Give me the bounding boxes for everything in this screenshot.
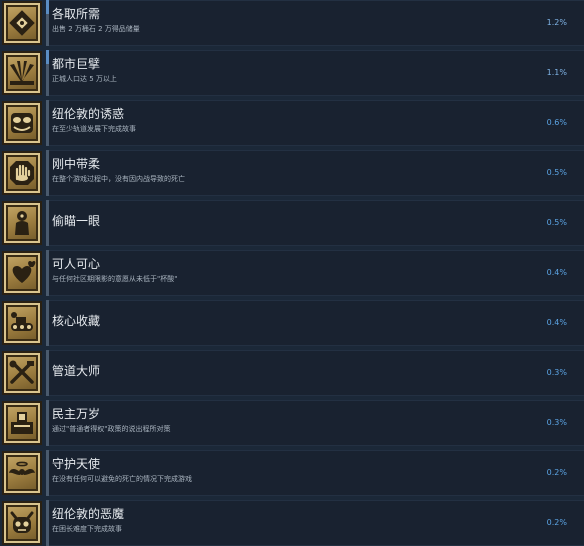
progress-track bbox=[46, 300, 49, 346]
unlock-percentage: 1.2% bbox=[546, 18, 567, 27]
achievement-title: 纽伦敦的恶魔 bbox=[52, 507, 125, 521]
achievement-title: 核心收藏 bbox=[52, 314, 101, 328]
unlock-percentage: 0.3% bbox=[546, 368, 567, 377]
achievement-description: 出售 2 万桶石 2 万得品储量 bbox=[52, 25, 140, 33]
unlock-percentage: 0.4% bbox=[546, 318, 567, 327]
achievement-title: 民主万岁 bbox=[52, 407, 101, 421]
progress-track bbox=[46, 200, 49, 246]
unlock-percentage: 0.2% bbox=[546, 468, 567, 477]
tank-machine-icon bbox=[2, 301, 42, 345]
achievement-row[interactable]: 管道大师 0.3% bbox=[0, 350, 584, 396]
achievement-title: 偷瞄一眼 bbox=[52, 214, 101, 228]
unlock-percentage: 0.5% bbox=[546, 218, 567, 227]
hand-icon bbox=[2, 151, 42, 195]
achievement-row[interactable]: 纽伦敦的恶魔在困长难度下完成故事 0.2% bbox=[0, 500, 584, 546]
crossed-tools-icon bbox=[2, 351, 42, 395]
achievement-row[interactable]: 守护天使在没有任何可以避免的死亡的情况下完成游戏 0.2% bbox=[0, 450, 584, 496]
progress-track bbox=[46, 100, 49, 146]
achievement-title: 都市巨擘 bbox=[52, 57, 101, 71]
progress-track bbox=[46, 500, 49, 546]
achievement-panel bbox=[46, 350, 584, 396]
angel-wings-icon bbox=[2, 451, 42, 495]
achievement-row[interactable]: 都市巨擘正城人口达 5 万以上 1.1% bbox=[0, 50, 584, 96]
achievement-title: 管道大师 bbox=[52, 364, 101, 378]
achievement-panel bbox=[46, 400, 584, 446]
achievement-row[interactable]: 纽伦敦的诱惑在至少轨道发展下完成故事 0.6% bbox=[0, 100, 584, 146]
achievement-list: 各取所需出售 2 万桶石 2 万得品储量 1.2% 都市巨擘正城人口达 5 万以上 1… bbox=[0, 0, 584, 546]
achievement-description: 在至少轨道发展下完成故事 bbox=[52, 125, 136, 133]
hearts-icon bbox=[2, 251, 42, 295]
achievement-panel bbox=[46, 250, 584, 296]
achievement-title: 可人可心 bbox=[52, 257, 101, 271]
achievement-description: 通过"普通者得权"政策的说出程所对策 bbox=[52, 425, 171, 433]
achievement-panel bbox=[46, 200, 584, 246]
achievement-panel bbox=[46, 500, 584, 546]
achievement-description: 与任何社区期限影的意愿从未低于"杯酸" bbox=[52, 275, 178, 283]
unlock-percentage: 1.1% bbox=[546, 68, 567, 77]
progress-track bbox=[46, 450, 49, 496]
progress-fill bbox=[46, 0, 49, 14]
achievement-title: 各取所需 bbox=[52, 7, 101, 21]
skyline-rays-icon bbox=[2, 51, 42, 95]
demon-skull-icon bbox=[2, 501, 42, 545]
progress-track bbox=[46, 350, 49, 396]
achievement-title: 守护天使 bbox=[52, 457, 101, 471]
achievement-title: 纽伦敦的诱惑 bbox=[52, 107, 125, 121]
mask-face-icon bbox=[2, 101, 42, 145]
achievement-panel bbox=[46, 100, 584, 146]
achievement-panel bbox=[46, 50, 584, 96]
progress-track bbox=[46, 400, 49, 446]
achievement-description: 在整个游戏过程中，没有因内战导致的死亡 bbox=[52, 175, 185, 183]
achievement-row[interactable]: 偷瞄一眼 0.5% bbox=[0, 200, 584, 246]
unlock-percentage: 0.6% bbox=[546, 118, 567, 127]
unlock-percentage: 0.5% bbox=[546, 168, 567, 177]
achievement-row[interactable]: 核心收藏 0.4% bbox=[0, 300, 584, 346]
achievement-description: 正城人口达 5 万以上 bbox=[52, 75, 117, 83]
progress-track bbox=[46, 250, 49, 296]
progress-track bbox=[46, 150, 49, 196]
unlock-percentage: 0.3% bbox=[546, 418, 567, 427]
achievement-title: 刚中带柔 bbox=[52, 157, 101, 171]
unlock-percentage: 0.4% bbox=[546, 268, 567, 277]
achievement-row[interactable]: 可人可心与任何社区期限影的意愿从未低于"杯酸" 0.4% bbox=[0, 250, 584, 296]
unlock-percentage: 0.2% bbox=[546, 518, 567, 527]
achievement-description: 在没有任何可以避免的死亡的情况下完成游戏 bbox=[52, 475, 192, 483]
achievement-panel bbox=[46, 150, 584, 196]
ballot-box-icon bbox=[2, 401, 42, 445]
achievement-panel bbox=[46, 450, 584, 496]
achievement-description: 在困长难度下完成故事 bbox=[52, 525, 122, 533]
achievement-row[interactable]: 民主万岁通过"普通者得权"政策的说出程所对策 0.3% bbox=[0, 400, 584, 446]
achievement-row[interactable]: 刚中带柔在整个游戏过程中，没有因内战导致的死亡 0.5% bbox=[0, 150, 584, 196]
achievement-panel bbox=[46, 0, 584, 46]
progress-fill bbox=[46, 50, 49, 64]
achievement-panel bbox=[46, 300, 584, 346]
peeking-figure-icon bbox=[2, 201, 42, 245]
cube-emblem-icon bbox=[2, 1, 42, 45]
achievement-row[interactable]: 各取所需出售 2 万桶石 2 万得品储量 1.2% bbox=[0, 0, 584, 46]
